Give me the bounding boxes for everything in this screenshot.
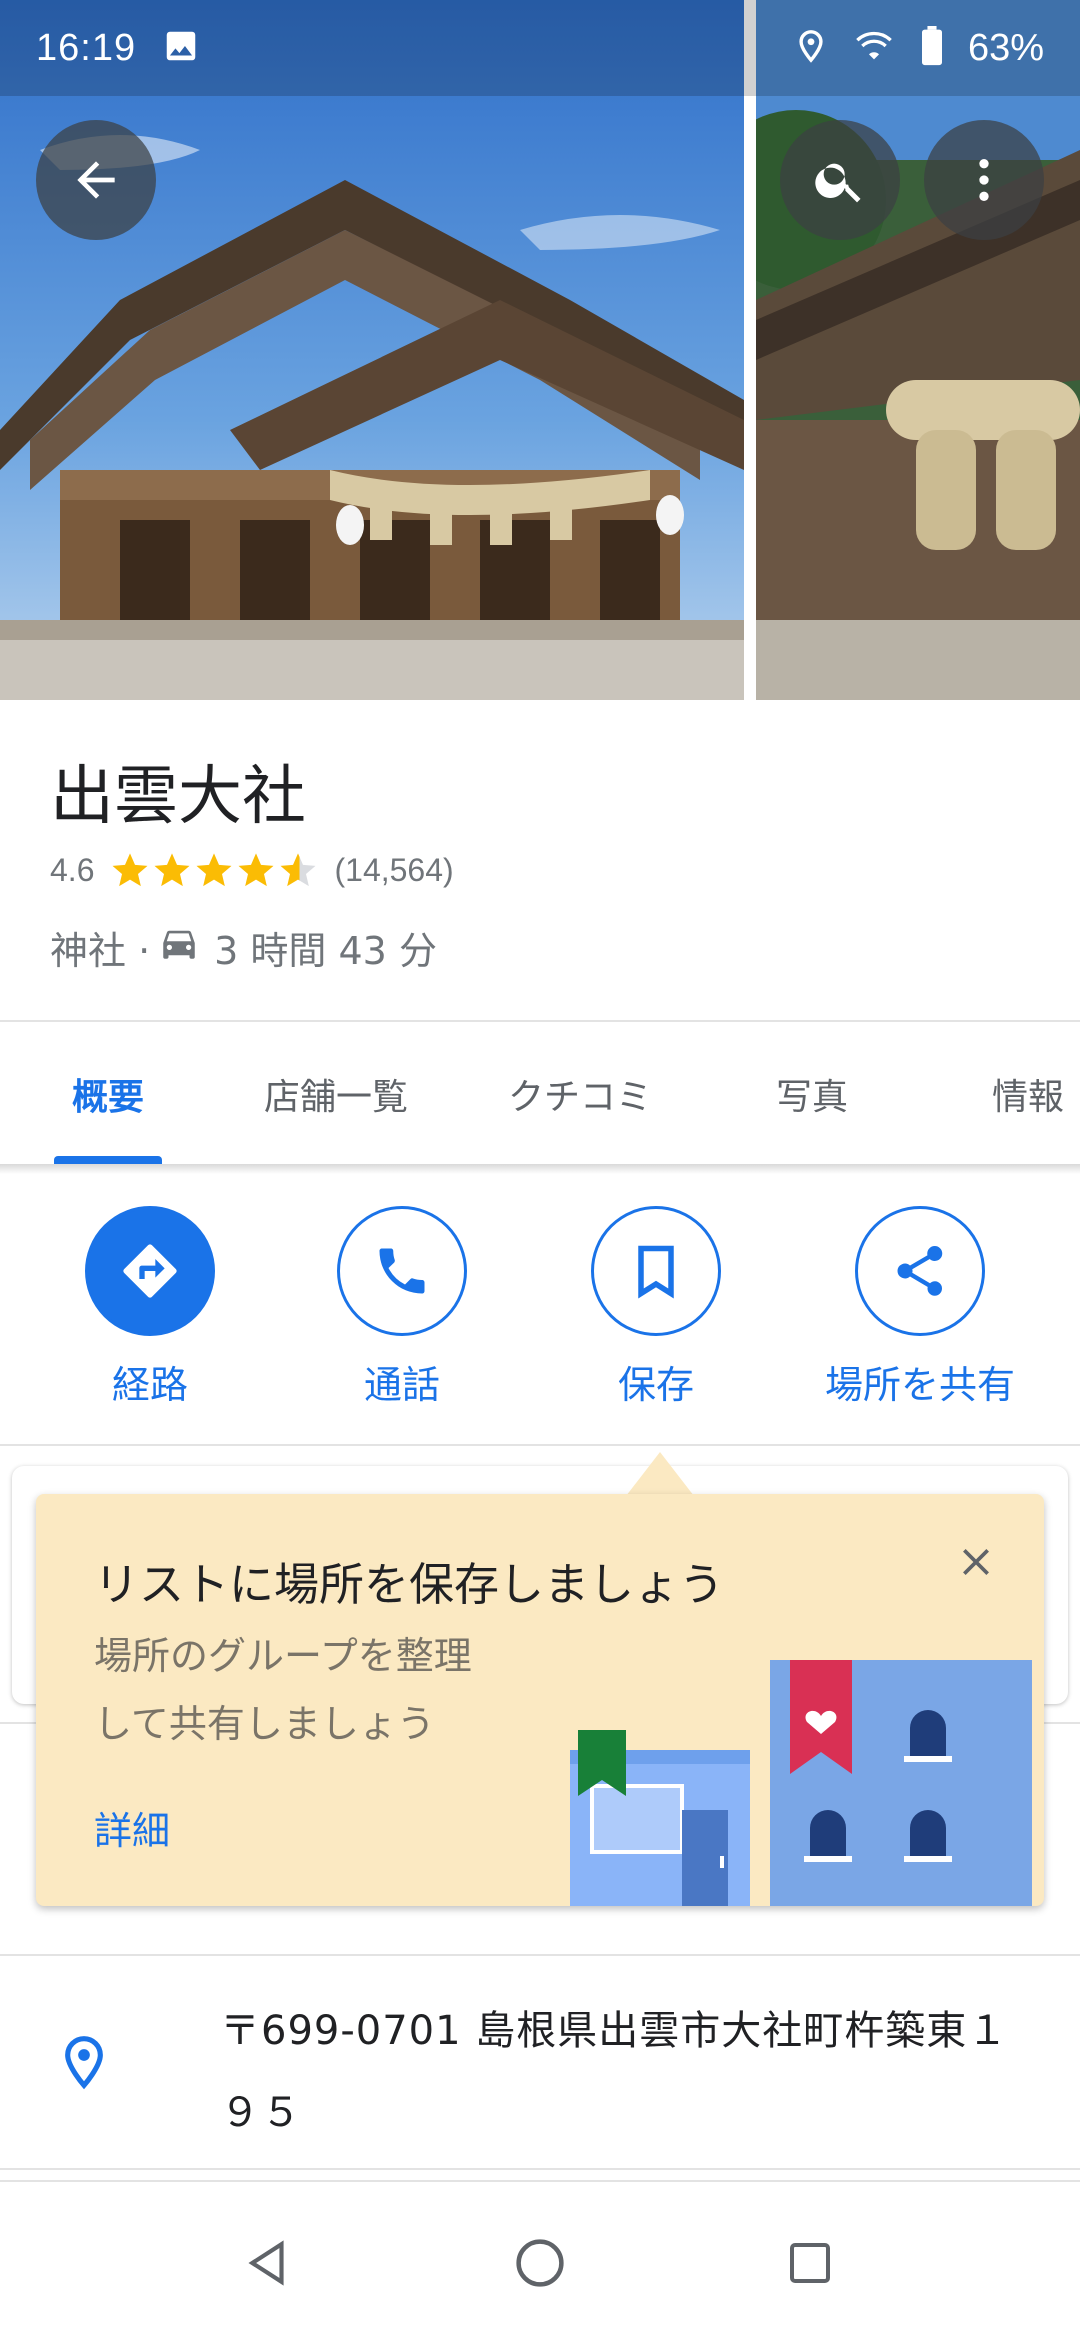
- back-button[interactable]: [36, 120, 156, 240]
- more-options-button[interactable]: [924, 120, 1044, 240]
- photo-header[interactable]: [0, 0, 1080, 700]
- image-icon: [162, 27, 200, 69]
- system-nav-bar: [0, 2180, 1080, 2340]
- directions-label: 経路: [111, 1363, 188, 1407]
- save-circle[interactable]: [591, 1206, 721, 1336]
- bookmark-icon: [638, 1245, 674, 1299]
- wifi-icon: [852, 26, 896, 70]
- shrine-photo-secondary[interactable]: [756, 0, 1080, 700]
- share-label: 場所を共有: [824, 1363, 1015, 1407]
- nav-back-button[interactable]: [234, 2228, 304, 2298]
- call-label: 通話: [363, 1363, 440, 1407]
- tab-about[interactable]: 情報: [992, 1024, 1064, 1164]
- place-title: 出雲大社: [50, 760, 306, 834]
- divider: [0, 1020, 1080, 1022]
- tabs-shadow: [0, 1164, 1080, 1174]
- tab-directory[interactable]: 店舗一覧: [264, 1024, 408, 1164]
- save-list-promo: リストに場所を保存しましょう 場所のグループを整理 して共有しましょう 詳細: [36, 1494, 1044, 1906]
- address-line: ９５: [220, 2090, 302, 2136]
- active-tab-indicator: [54, 1156, 162, 1164]
- star-half-icon: [280, 853, 316, 887]
- promo-body-line: 場所のグループを整理: [94, 1634, 472, 1678]
- share-icon: [897, 1246, 943, 1296]
- promo-body: 場所のグループを整理 して共有しましょう: [94, 1622, 524, 1758]
- more-vert-icon: [979, 159, 989, 201]
- rating-row[interactable]: 4.6 (14,564): [50, 850, 454, 890]
- circle-home-icon: [516, 2239, 564, 2287]
- directions-circle[interactable]: [85, 1206, 215, 1336]
- tab-bar: 概要 店舗一覧 クチコミ 写真 情報: [0, 1024, 1080, 1164]
- status-time: 16:19: [36, 26, 137, 69]
- nav-home-button[interactable]: [505, 2228, 575, 2298]
- search-button[interactable]: [780, 120, 900, 240]
- car-icon: [158, 922, 200, 973]
- nav-recents-button[interactable]: [775, 2228, 845, 2298]
- star-icon: [196, 853, 232, 887]
- save-label: 保存: [617, 1363, 694, 1407]
- location-icon: [794, 26, 828, 70]
- review-count: (14,564): [334, 851, 454, 888]
- address-text[interactable]: 〒699-0701 島根県出雲市大社町杵築東１ ９５: [220, 1990, 1020, 2154]
- close-icon: [963, 1549, 989, 1575]
- place-category: 神社 ·: [50, 929, 151, 973]
- promo-title: リストに場所を保存しましょう: [94, 1558, 725, 1611]
- search-icon: [815, 163, 861, 203]
- star-icon: [154, 853, 190, 887]
- share-button[interactable]: 場所を共有: [800, 1206, 1040, 1409]
- rating-value: 4.6: [50, 851, 95, 888]
- promo-learn-more-link[interactable]: 詳細: [94, 1800, 170, 1855]
- share-circle[interactable]: [855, 1206, 985, 1336]
- location-pin-icon: [56, 2030, 112, 2098]
- directions-button[interactable]: 経路: [30, 1206, 270, 1409]
- drive-time: 3 時間 43 分: [214, 929, 437, 973]
- tab-reviews[interactable]: クチコミ: [508, 1024, 652, 1164]
- square-recents-icon: [790, 2243, 830, 2283]
- status-bar: 16:19 63%: [0, 0, 1080, 96]
- phone-icon: [379, 1248, 425, 1294]
- star-rating: [110, 850, 318, 890]
- tooltip-arrow: [626, 1452, 694, 1496]
- divider: [0, 1954, 1080, 1956]
- directions-icon: [123, 1244, 177, 1298]
- divider: [0, 2168, 1080, 2170]
- triangle-back-icon: [248, 2240, 284, 2286]
- battery-percentage: 63%: [967, 26, 1044, 69]
- star-icon: [238, 853, 274, 887]
- tab-photos[interactable]: 写真: [776, 1024, 848, 1164]
- call-button[interactable]: 通話: [282, 1206, 522, 1409]
- place-meta: 神社 · 3 時間 43 分: [50, 920, 437, 975]
- saved-places-illustration: [570, 1656, 1032, 1906]
- divider: [0, 1444, 1080, 1446]
- promo-close-button[interactable]: [948, 1534, 1004, 1590]
- tab-overview[interactable]: 概要: [72, 1024, 144, 1164]
- battery-icon: [920, 26, 944, 70]
- star-icon: [112, 853, 148, 887]
- address-line: 〒699-0701 島根県出雲市大社町杵築東１: [220, 2008, 1009, 2054]
- save-button[interactable]: 保存: [536, 1206, 776, 1409]
- arrow-back-icon: [77, 161, 115, 199]
- shrine-photo-main[interactable]: [0, 0, 744, 700]
- call-circle[interactable]: [337, 1206, 467, 1336]
- promo-body-line: して共有しましょう: [94, 1702, 435, 1746]
